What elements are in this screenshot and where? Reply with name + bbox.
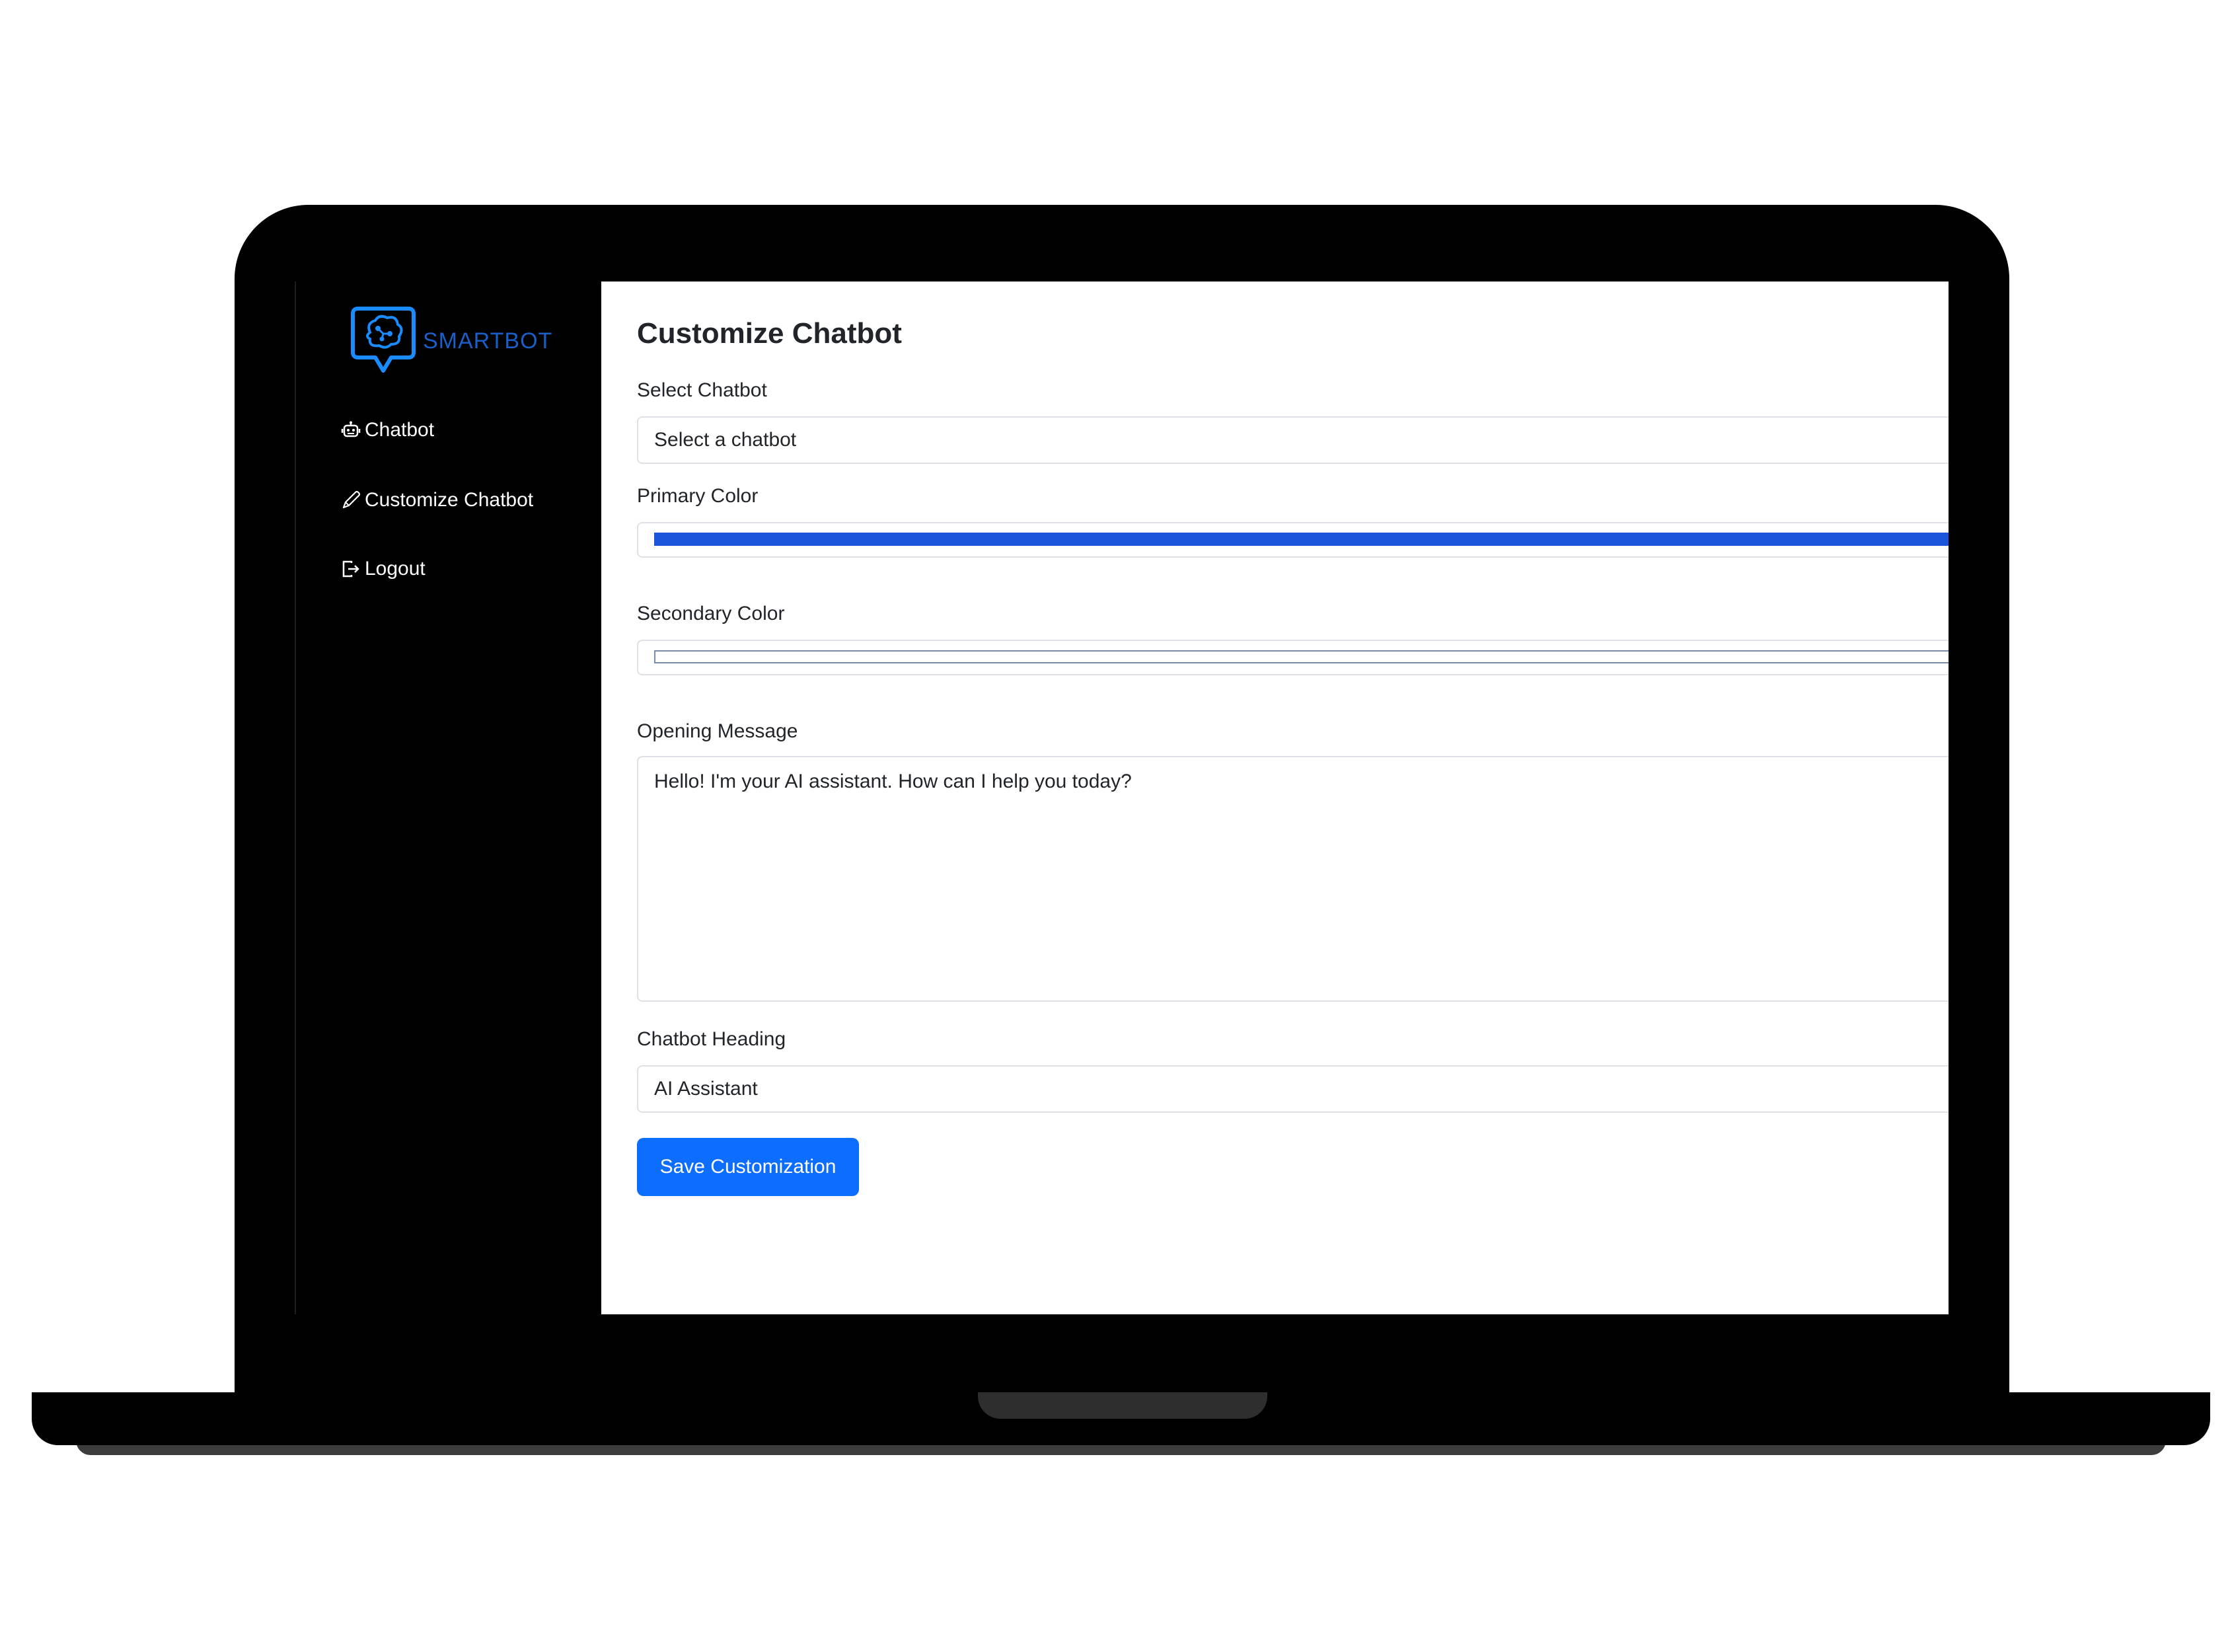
screen: SMARTBOT Chatbot Customize Chatbot Logou… <box>295 282 1949 1314</box>
sidebar-item-chatbot[interactable]: Chatbot <box>340 419 434 441</box>
brain-chat-icon <box>349 303 418 379</box>
chatbot-heading-label: Chatbot Heading <box>637 1028 786 1050</box>
pencil-icon <box>340 489 362 511</box>
page-title: Customize Chatbot <box>637 317 902 350</box>
sidebar-item-label: Logout <box>365 558 426 580</box>
robot-icon <box>340 419 362 441</box>
opening-message-label: Opening Message <box>637 720 798 742</box>
sidebar-item-customize-chatbot[interactable]: Customize Chatbot <box>340 489 533 511</box>
select-chatbot-dropdown[interactable]: Select a chatbot <box>637 416 1949 464</box>
select-chatbot-label: Select Chatbot <box>637 379 767 401</box>
main-content: Customize Chatbot Select Chatbot Select … <box>601 282 1949 1314</box>
secondary-color-swatch <box>654 650 1949 663</box>
sidebar-item-label: Customize Chatbot <box>365 489 534 511</box>
secondary-color-label: Secondary Color <box>637 603 785 624</box>
sidebar: SMARTBOT Chatbot Customize Chatbot Logou… <box>295 282 601 1314</box>
brand-name: SMARTBOT <box>423 328 553 354</box>
sidebar-item-label: Chatbot <box>365 419 435 441</box>
chatbot-heading-input[interactable] <box>637 1065 1949 1113</box>
logout-icon <box>340 558 362 580</box>
secondary-color-picker[interactable] <box>637 640 1949 675</box>
save-customization-button[interactable]: Save Customization <box>637 1138 859 1196</box>
primary-color-picker[interactable] <box>637 522 1949 558</box>
opening-message-textarea[interactable]: Hello! I'm your AI assistant. How can I … <box>637 756 1949 1002</box>
select-chatbot-value: Select a chatbot <box>654 429 797 451</box>
sidebar-item-logout[interactable]: Logout <box>340 558 426 580</box>
brand-logo[interactable]: SMARTBOT <box>349 305 552 377</box>
primary-color-label: Primary Color <box>637 485 759 507</box>
primary-color-swatch <box>654 533 1949 546</box>
laptop-notch <box>978 1392 1267 1419</box>
